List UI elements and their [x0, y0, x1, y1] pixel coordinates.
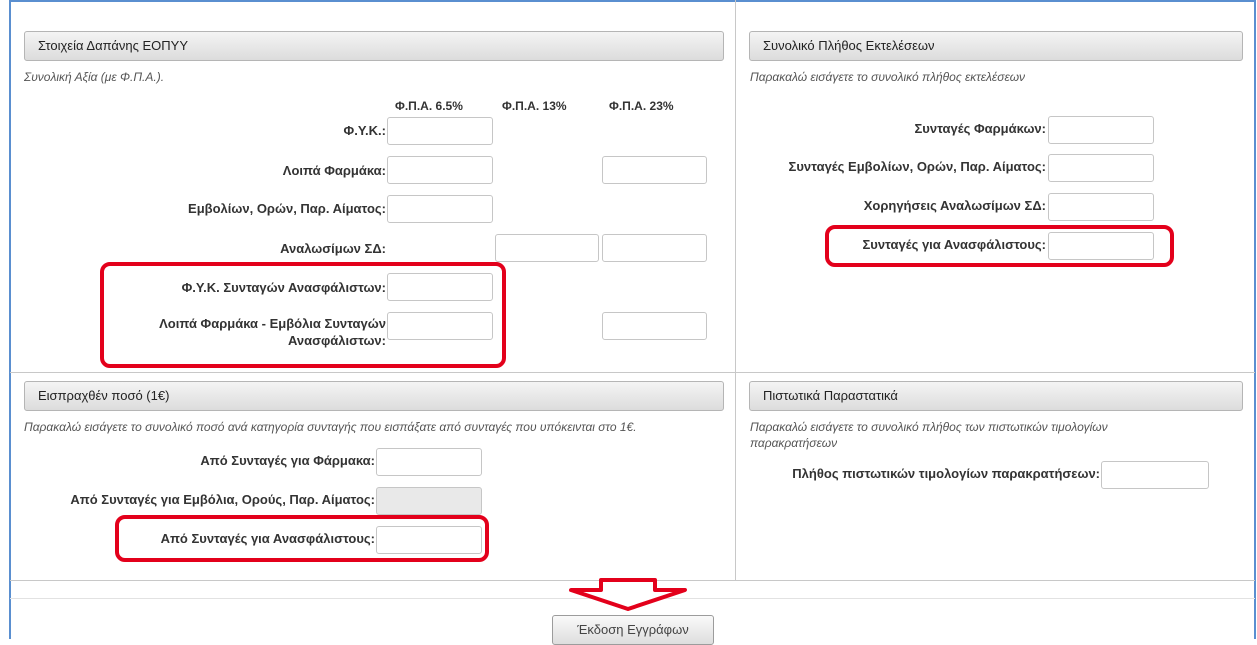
vaccine-prescriptions-input[interactable]: [1048, 154, 1154, 182]
credit-panel-description-line2: παρακρατήσεων: [750, 436, 838, 450]
consumables-dispensing-input[interactable]: [1048, 193, 1154, 221]
expense-panel-description: Συνολική Αξία (με Φ.Π.Α.).: [24, 70, 165, 84]
label-uninsured-prescriptions: Συνταγές για Ανασφάλιστους:: [862, 237, 1046, 252]
column-divider: [735, 0, 736, 580]
other-drugs-vat-23-input[interactable]: [602, 156, 707, 184]
label-fyk-uninsured: Φ.Υ.Κ. Συνταγών Ανασφάλιστων:: [181, 280, 386, 295]
label-vaccines: Εμβολίων, Ορών, Παρ. Αίματος:: [188, 201, 386, 216]
col-vat-6-5: Φ.Π.Α. 6.5%: [395, 99, 463, 113]
collected-drugs-input[interactable]: [376, 448, 482, 476]
credit-panel-header: Πιστωτικά Παραστατικά: [749, 381, 1243, 411]
executions-panel-description: Παρακαλώ εισάγετε το συνολικό πλήθος εκτ…: [750, 70, 1026, 84]
credit-panel-description: Παρακαλώ εισάγετε το συνολικό πλήθος των…: [750, 419, 1210, 451]
label-other-drugs-uninsured: Λοιπά Φαρμάκα - Εμβόλια Συνταγών Ανασφάλ…: [40, 315, 386, 349]
label-consumables-dispensing: Χορηγήσεις Αναλωσίμων ΣΔ:: [863, 198, 1046, 213]
label-consumables: Αναλωσίμων ΣΔ:: [280, 241, 386, 256]
fyk-uninsured-vat-6-5-input[interactable]: [387, 273, 493, 301]
label-fyk: Φ.Υ.Κ.:: [343, 123, 386, 138]
col-vat-13: Φ.Π.Α. 13%: [502, 99, 567, 113]
collected-panel-description: Παρακαλώ εισάγετε το συνολικό ποσό ανά κ…: [24, 420, 637, 434]
label-collected-uninsured: Από Συνταγές για Ανασφάλιστους:: [160, 531, 375, 546]
credit-panel-title: Πιστωτικά Παραστατικά: [763, 388, 898, 403]
executions-panel-title: Συνολικό Πλήθος Εκτελέσεων: [763, 38, 935, 53]
consumables-vat-13-input[interactable]: [495, 234, 599, 262]
row-divider: [10, 372, 1255, 373]
label-other-drugs: Λοιπά Φαρμάκα:: [282, 163, 386, 178]
vaccines-vat-6-5-input[interactable]: [387, 195, 493, 223]
other-drugs-vat-6-5-input[interactable]: [387, 156, 493, 184]
collected-panel-header: Εισπραχθέν ποσό (1€): [24, 381, 724, 411]
top-border: [9, 0, 1256, 2]
uninsured-prescriptions-input[interactable]: [1048, 232, 1154, 260]
consumables-vat-23-input[interactable]: [602, 234, 707, 262]
label-other-drugs-uninsured-line1: Λοιπά Φαρμάκα - Εμβόλια Συνταγών: [159, 316, 386, 331]
label-vaccine-prescriptions: Συνταγές Εμβολίων, Ορών, Παρ. Αίματος:: [788, 159, 1046, 174]
drug-prescriptions-input[interactable]: [1048, 116, 1154, 144]
fyk-vat-6-5-input[interactable]: [387, 117, 493, 145]
col-vat-23: Φ.Π.Α. 23%: [609, 99, 674, 113]
label-collected-drugs: Από Συνταγές για Φάρμακα:: [200, 453, 375, 468]
collected-vaccines-input: [376, 487, 482, 515]
other-drugs-uninsured-vat-6-5-input[interactable]: [387, 312, 493, 340]
label-credit-count: Πλήθος πιστωτικών τιμολογίων παρακρατήσε…: [792, 466, 1100, 481]
expense-panel-title: Στοιχεία Δαπάνης ΕΟΠΥΥ: [38, 38, 189, 53]
label-other-drugs-uninsured-line2: Ανασφάλιστων:: [287, 333, 386, 348]
label-drug-prescriptions: Συνταγές Φαρμάκων:: [914, 121, 1046, 136]
collected-panel-title: Εισπραχθέν ποσό (1€): [38, 388, 170, 403]
credit-count-input[interactable]: [1101, 461, 1209, 489]
label-collected-vaccines: Από Συνταγές για Εμβόλια, Ορούς, Παρ. Αί…: [70, 492, 375, 507]
other-drugs-uninsured-vat-23-input[interactable]: [602, 312, 707, 340]
credit-panel-description-line1: Παρακαλώ εισάγετε το συνολικό πλήθος των…: [750, 420, 1108, 434]
expense-panel-header: Στοιχεία Δαπάνης ΕΟΠΥΥ: [24, 31, 724, 61]
collected-uninsured-input[interactable]: [376, 526, 482, 554]
down-arrow-icon: [569, 578, 687, 611]
issue-documents-button[interactable]: Έκδοση Εγγράφων: [552, 615, 714, 645]
executions-panel-header: Συνολικό Πλήθος Εκτελέσεων: [749, 31, 1243, 61]
